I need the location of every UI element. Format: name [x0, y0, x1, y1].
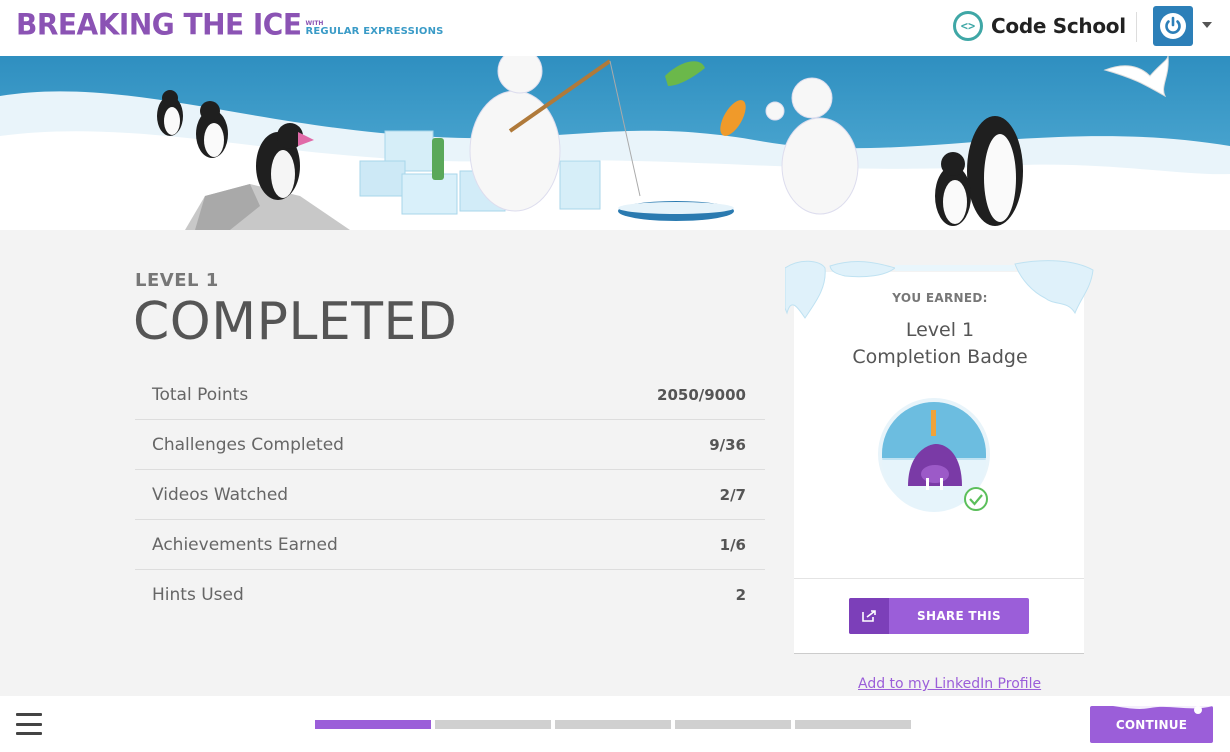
brand-name: Code School	[991, 14, 1126, 38]
stat-label: Challenges Completed	[152, 434, 344, 455]
power-icon	[1160, 13, 1186, 39]
stat-row-challenges: Challenges Completed 9/36	[135, 420, 765, 470]
badge-title-line1: Level 1	[905, 319, 975, 341]
card-divider	[794, 578, 1084, 579]
account-button[interactable]	[1153, 6, 1193, 46]
top-header: BREAKING THE ICE WITH REGULAR EXPRESSION…	[0, 0, 1230, 56]
account-dropdown-caret-icon[interactable]	[1202, 22, 1212, 28]
stat-label: Videos Watched	[152, 484, 289, 505]
code-school-brand[interactable]: <> Code School	[953, 10, 1126, 42]
progress-segment-level-1[interactable]	[315, 720, 431, 729]
progress-segment-level-5[interactable]	[795, 720, 911, 729]
level-progress-bar	[315, 720, 911, 729]
level-label: LEVEL 1	[135, 270, 219, 291]
stat-row-videos: Videos Watched 2/7	[135, 470, 765, 520]
continue-button[interactable]: CONTINUE	[1090, 706, 1213, 743]
course-logo[interactable]: BREAKING THE ICE WITH REGULAR EXPRESSION…	[16, 7, 444, 42]
progress-segment-level-2[interactable]	[435, 720, 551, 729]
arctic-scene-illustration	[0, 56, 1230, 230]
share-icon	[849, 598, 889, 634]
code-brackets-icon: <>	[953, 11, 983, 41]
snow-cap-decoration	[1090, 706, 1213, 714]
badge-title: Level 1 Completion Badge	[785, 317, 1095, 371]
continue-label: CONTINUE	[1115, 718, 1188, 732]
stat-value: 2	[735, 586, 746, 604]
stat-value: 2050/9000	[657, 385, 746, 404]
share-label: SHARE THIS	[917, 609, 1001, 623]
logo-title: BREAKING THE ICE	[16, 7, 302, 42]
badge-card: YOU EARNED: Level 1 Completion Badge SHA…	[785, 258, 1095, 658]
level-stats-list: Total Points 2050/9000 Challenges Comple…	[135, 370, 765, 620]
bottom-bar: CONTINUE	[0, 696, 1230, 752]
header-divider	[1136, 12, 1137, 42]
stat-row-total-points: Total Points 2050/9000	[135, 370, 765, 420]
stat-label: Total Points	[152, 384, 249, 405]
logo-regex: REGULAR EXPRESSIONS	[305, 26, 444, 37]
stat-value: 2/7	[719, 485, 746, 504]
add-to-linkedin-link[interactable]: Add to my LinkedIn Profile	[858, 676, 1041, 692]
stat-value: 9/36	[709, 435, 746, 454]
stat-row-hints: Hints Used 2	[135, 570, 765, 620]
progress-segment-level-3[interactable]	[555, 720, 671, 729]
progress-segment-level-4[interactable]	[675, 720, 791, 729]
share-button[interactable]: SHARE THIS	[849, 598, 1029, 634]
badge-title-line2: Completion Badge	[852, 346, 1028, 368]
level-status-heading: COMPLETED	[133, 292, 458, 352]
you-earned-label: YOU EARNED:	[892, 291, 988, 305]
stat-label: Hints Used	[152, 585, 244, 605]
stat-row-achievements: Achievements Earned 1/6	[135, 520, 765, 570]
hero-banner	[0, 56, 1230, 230]
logo-subtitle: WITH REGULAR EXPRESSIONS	[305, 21, 443, 41]
stat-value: 1/6	[719, 535, 746, 554]
walrus-badge-icon	[878, 398, 990, 512]
stat-label: Achievements Earned	[152, 534, 338, 555]
hamburger-menu-icon[interactable]	[16, 713, 42, 735]
